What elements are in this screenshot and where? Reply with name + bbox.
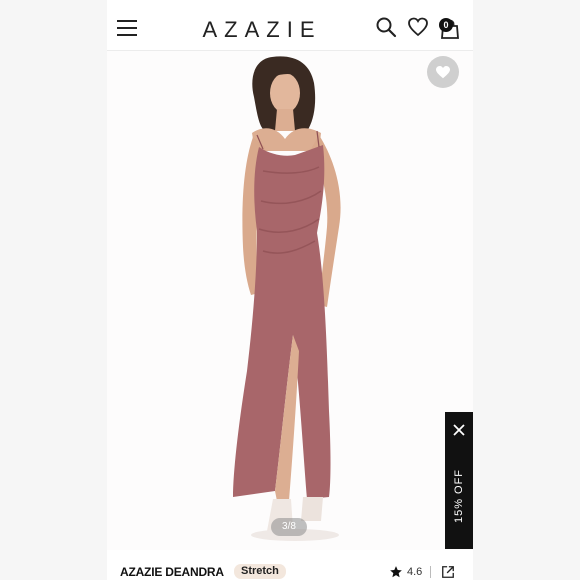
star-icon <box>390 566 402 578</box>
image-counter: 3/8 <box>271 518 307 536</box>
heart-icon <box>436 66 450 79</box>
stretch-tag: Stretch <box>234 564 286 579</box>
product-name: AZAZIE DEANDRA <box>120 565 224 579</box>
brand-logo[interactable]: AZAZIE <box>195 17 329 43</box>
wishlist-button[interactable] <box>427 56 459 88</box>
divider <box>430 566 431 578</box>
product-info-bar: AZAZIE DEANDRA Stretch 4.6 <box>107 558 473 580</box>
search-icon[interactable] <box>375 16 397 38</box>
product-photo <box>233 56 341 541</box>
product-image-carousel[interactable]: 3/8 <box>107 51 473 550</box>
share-icon[interactable] <box>441 565 455 579</box>
discount-promo-tab[interactable]: 15% OFF <box>445 412 473 549</box>
close-icon[interactable] <box>452 423 466 437</box>
rating-value: 4.6 <box>407 566 423 578</box>
heart-icon[interactable] <box>407 16 429 38</box>
promo-label: 15% OFF <box>453 468 465 524</box>
cart-count-badge: 0 <box>439 18 453 32</box>
app-screen: AZAZIE 0 3/8 15% OFF AZAZIE DEANDRA Stre… <box>107 0 473 580</box>
menu-icon[interactable] <box>117 20 137 36</box>
top-header: AZAZIE 0 <box>107 0 473 51</box>
